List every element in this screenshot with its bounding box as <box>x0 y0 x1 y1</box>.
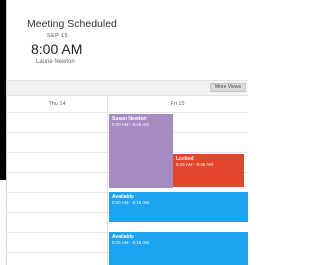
event-time: 9:15 AM - 9:45 AM <box>176 162 214 167</box>
event-available[interactable]: Available 9:15 AM - 9:15 AM <box>109 232 248 265</box>
meeting-person: Laurie Newton <box>36 59 75 65</box>
day-header-thu[interactable]: Thu 14 <box>7 99 107 109</box>
event-susan-newton[interactable]: Susan Newton 8:00 AM - 9:45 AM <box>109 114 173 188</box>
day-header-fri[interactable]: Fri 15 <box>107 99 248 109</box>
event-time: 9:15 AM - 9:15 AM <box>112 240 150 245</box>
event-available[interactable]: Available 8:00 AM - 8:15 AM <box>109 192 248 222</box>
meeting-time: 8:00 AM <box>31 41 83 57</box>
event-locked[interactable]: Locked 9:15 AM - 9:45 AM <box>173 154 244 187</box>
event-time: 8:00 AM - 8:15 AM <box>112 200 150 205</box>
calendar-toolbar: More Views <box>7 80 248 96</box>
calendar-grid: Thu 14 Fri 15 Susan Newton 8:00 AM - 9:4… <box>7 96 248 265</box>
grid-line <box>7 112 248 113</box>
confirmation-header: Meeting Scheduled SEP 15 8:00 AM Laurie … <box>7 0 248 78</box>
more-views-button[interactable]: More Views <box>210 83 246 92</box>
meeting-scheduled-panel: Meeting Scheduled SEP 15 8:00 AM Laurie … <box>6 0 248 265</box>
event-time: 8:00 AM - 9:45 AM <box>112 122 150 127</box>
column-divider <box>107 96 108 265</box>
meeting-date: SEP 15 <box>47 33 68 39</box>
dialog-title: Meeting Scheduled <box>27 18 117 30</box>
